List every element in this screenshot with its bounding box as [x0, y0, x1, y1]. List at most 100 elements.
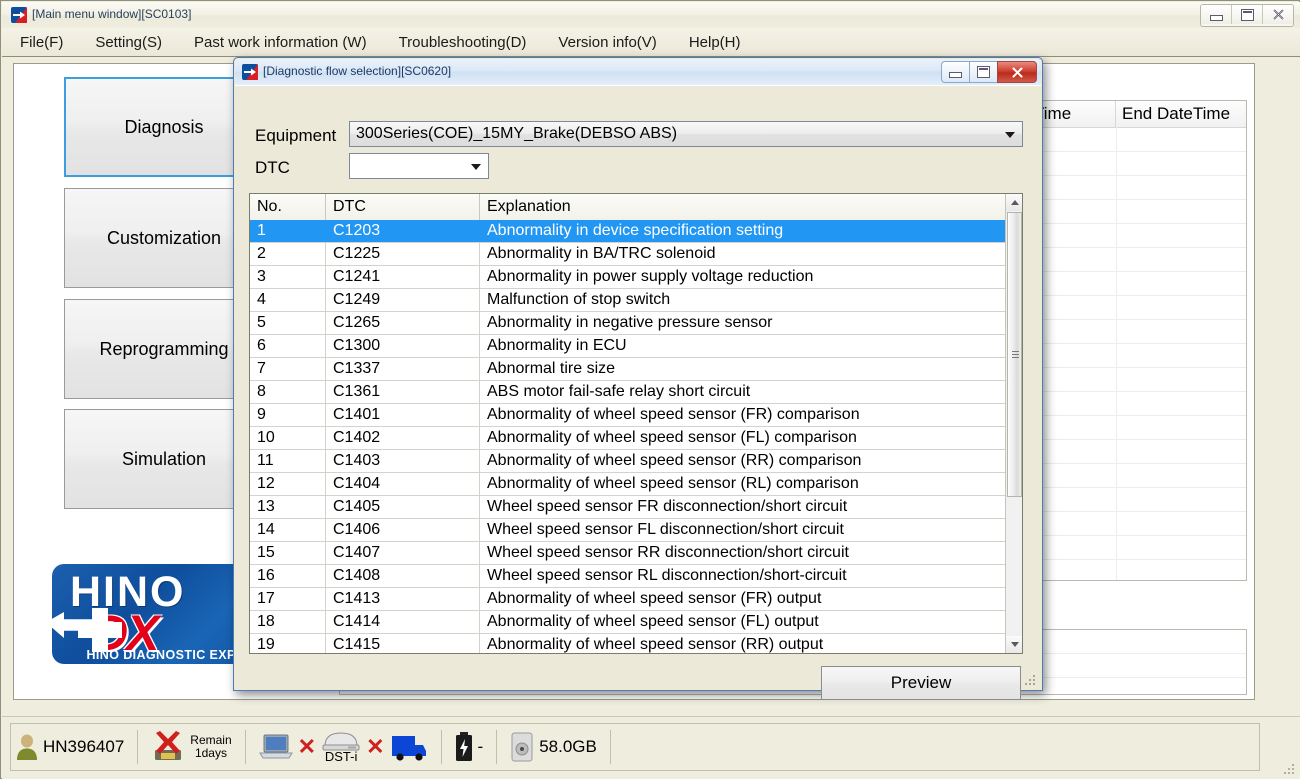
- menu-item-past-work[interactable]: Past work information (W): [180, 32, 381, 53]
- cell-explanation: Wheel speed sensor FL disconnection/shor…: [480, 519, 1006, 541]
- user-icon: [16, 732, 38, 762]
- main-window-titlebar[interactable]: [Main menu window][SC0103]: [2, 2, 1300, 28]
- table-row[interactable]: 15 C1407 Wheel speed sensor RR disconnec…: [250, 542, 1006, 565]
- chevron-down-icon: [1005, 132, 1015, 138]
- table-row[interactable]: 13 C1405 Wheel speed sensor FR disconnec…: [250, 496, 1006, 519]
- table-row[interactable]: 5 C1265 Abnormality in negative pressure…: [250, 312, 1006, 335]
- cell-no: 19: [250, 634, 326, 654]
- cell-explanation: Wheel speed sensor FR disconnection/shor…: [480, 496, 1006, 518]
- cell-explanation: Abnormality of wheel speed sensor (RR) c…: [480, 450, 1006, 472]
- table-row[interactable]: 7 C1337 Abnormal tire size: [250, 358, 1006, 381]
- cell-no: 12: [250, 473, 326, 495]
- table-row[interactable]: 4 C1249 Malfunction of stop switch: [250, 289, 1006, 312]
- background-grid-divider: [1116, 127, 1117, 580]
- hino-app-icon: [11, 7, 27, 23]
- close-button[interactable]: [1263, 5, 1293, 24]
- dialog-titlebar[interactable]: [Diagnostic flow selection][SC0620]: [235, 59, 1041, 85]
- menu-item-troubleshooting[interactable]: Troubleshooting(D): [385, 32, 541, 53]
- preview-button[interactable]: Preview: [821, 666, 1021, 700]
- minimize-button[interactable]: [1201, 5, 1232, 24]
- cell-explanation: Abnormality of wheel speed sensor (RR) o…: [480, 634, 1006, 654]
- scroll-down-button[interactable]: [1006, 636, 1023, 653]
- table-row[interactable]: 19 C1415 Abnormality of wheel speed sens…: [250, 634, 1006, 654]
- table-row[interactable]: 3 C1241 Abnormality in power supply volt…: [250, 266, 1006, 289]
- menu-item-file[interactable]: File(F): [6, 32, 77, 53]
- scrollbar-thumb[interactable]: [1007, 212, 1022, 497]
- cell-dtc: C1203: [326, 220, 480, 242]
- close-icon: [1272, 8, 1285, 21]
- table-row[interactable]: 16 C1408 Wheel speed sensor RL disconnec…: [250, 565, 1006, 588]
- table-row[interactable]: 9 C1401 Abnormality of wheel speed senso…: [250, 404, 1006, 427]
- cell-no: 1: [250, 220, 326, 242]
- cell-dtc: C1225: [326, 243, 480, 265]
- maximize-icon: [977, 66, 990, 78]
- cell-no: 18: [250, 611, 326, 633]
- status-user-id: HN396407: [43, 737, 124, 757]
- dtc-select[interactable]: [349, 153, 489, 179]
- license-expired-icon: [151, 730, 185, 764]
- cell-explanation: ABS motor fail-safe relay short circuit: [480, 381, 1006, 403]
- column-header-no[interactable]: No.: [250, 194, 326, 220]
- dtc-listview[interactable]: No. DTC Explanation 1 C1203 Abnormality …: [249, 193, 1023, 654]
- status-user: HN396407: [11, 732, 129, 762]
- cell-explanation: Wheel speed sensor RL disconnection/shor…: [480, 565, 1006, 587]
- cell-dtc: C1406: [326, 519, 480, 541]
- table-row[interactable]: 2 C1225 Abnormality in BA/TRC solenoid: [250, 243, 1006, 266]
- hino-app-icon: [242, 64, 258, 80]
- dialog-close-button[interactable]: [997, 61, 1037, 83]
- dialog-resize-grip[interactable]: [1023, 673, 1037, 687]
- sidebar-button-diagnosis-label: Diagnosis: [124, 117, 203, 138]
- window-resize-grip[interactable]: [1280, 760, 1296, 776]
- equipment-select-value: 300Series(COE)_15MY_Brake(DEBSO ABS): [350, 125, 677, 143]
- equipment-select[interactable]: 300Series(COE)_15MY_Brake(DEBSO ABS): [349, 121, 1023, 147]
- cell-no: 10: [250, 427, 326, 449]
- dtc-label: DTC: [255, 158, 290, 178]
- preview-button-label: Preview: [891, 673, 951, 693]
- status-license-line2: 1days: [190, 747, 231, 760]
- table-row[interactable]: 10 C1402 Abnormality of wheel speed sens…: [250, 427, 1006, 450]
- minimize-icon: [949, 72, 962, 78]
- scroll-up-button[interactable]: [1006, 194, 1023, 211]
- cell-dtc: C1402: [326, 427, 480, 449]
- menu-item-version-info[interactable]: Version info(V): [544, 32, 670, 53]
- dialog-maximize-button[interactable]: [969, 61, 997, 83]
- maximize-button[interactable]: [1232, 5, 1263, 24]
- table-row[interactable]: 1 C1203 Abnormality in device specificat…: [250, 220, 1006, 243]
- cell-no: 8: [250, 381, 326, 403]
- status-connection: ✕ DST-i ✕: [254, 730, 433, 764]
- menu-item-help[interactable]: Help(H): [675, 32, 755, 53]
- dtc-listview-scrollbar[interactable]: [1005, 194, 1022, 653]
- status-disk: 58.0GB: [505, 732, 602, 762]
- cell-no: 17: [250, 588, 326, 610]
- table-row[interactable]: 12 C1404 Abnormality of wheel speed sens…: [250, 473, 1006, 496]
- table-row[interactable]: 18 C1414 Abnormality of wheel speed sens…: [250, 611, 1006, 634]
- main-window-controls: [1200, 4, 1294, 27]
- status-disk-value: 58.0GB: [539, 737, 597, 757]
- menu-item-setting[interactable]: Setting(S): [81, 32, 176, 53]
- cell-explanation: Malfunction of stop switch: [480, 289, 1006, 311]
- table-row[interactable]: 11 C1403 Abnormality of wheel speed sens…: [250, 450, 1006, 473]
- table-row[interactable]: 6 C1300 Abnormality in ECU: [250, 335, 1006, 358]
- cell-no: 16: [250, 565, 326, 587]
- column-header-dtc[interactable]: DTC: [326, 194, 480, 220]
- cell-explanation: Abnormality in ECU: [480, 335, 1006, 357]
- table-row[interactable]: 14 C1406 Wheel speed sensor FL disconnec…: [250, 519, 1006, 542]
- cell-explanation: Abnormal tire size: [480, 358, 1006, 380]
- status-battery: -: [450, 732, 489, 762]
- dialog-minimize-button[interactable]: [941, 61, 969, 83]
- cell-no: 15: [250, 542, 326, 564]
- cell-dtc: C1337: [326, 358, 480, 380]
- chevron-down-icon: [1011, 642, 1019, 647]
- cell-explanation: Abnormality in negative pressure sensor: [480, 312, 1006, 334]
- minimize-icon: [1210, 15, 1223, 21]
- cell-explanation: Abnormality of wheel speed sensor (RL) c…: [480, 473, 1006, 495]
- cell-no: 2: [250, 243, 326, 265]
- column-header-explanation[interactable]: Explanation: [480, 194, 1006, 220]
- table-row[interactable]: 17 C1413 Abnormality of wheel speed sens…: [250, 588, 1006, 611]
- laptop-icon: [259, 733, 293, 761]
- table-row[interactable]: 8 C1361 ABS motor fail-safe relay short …: [250, 381, 1006, 404]
- status-dsti-label: DST-i: [325, 749, 358, 764]
- background-grid-header-end-datetime: End DateTime: [1116, 101, 1246, 127]
- sidebar-button-customization-label: Customization: [107, 228, 221, 249]
- cell-no: 9: [250, 404, 326, 426]
